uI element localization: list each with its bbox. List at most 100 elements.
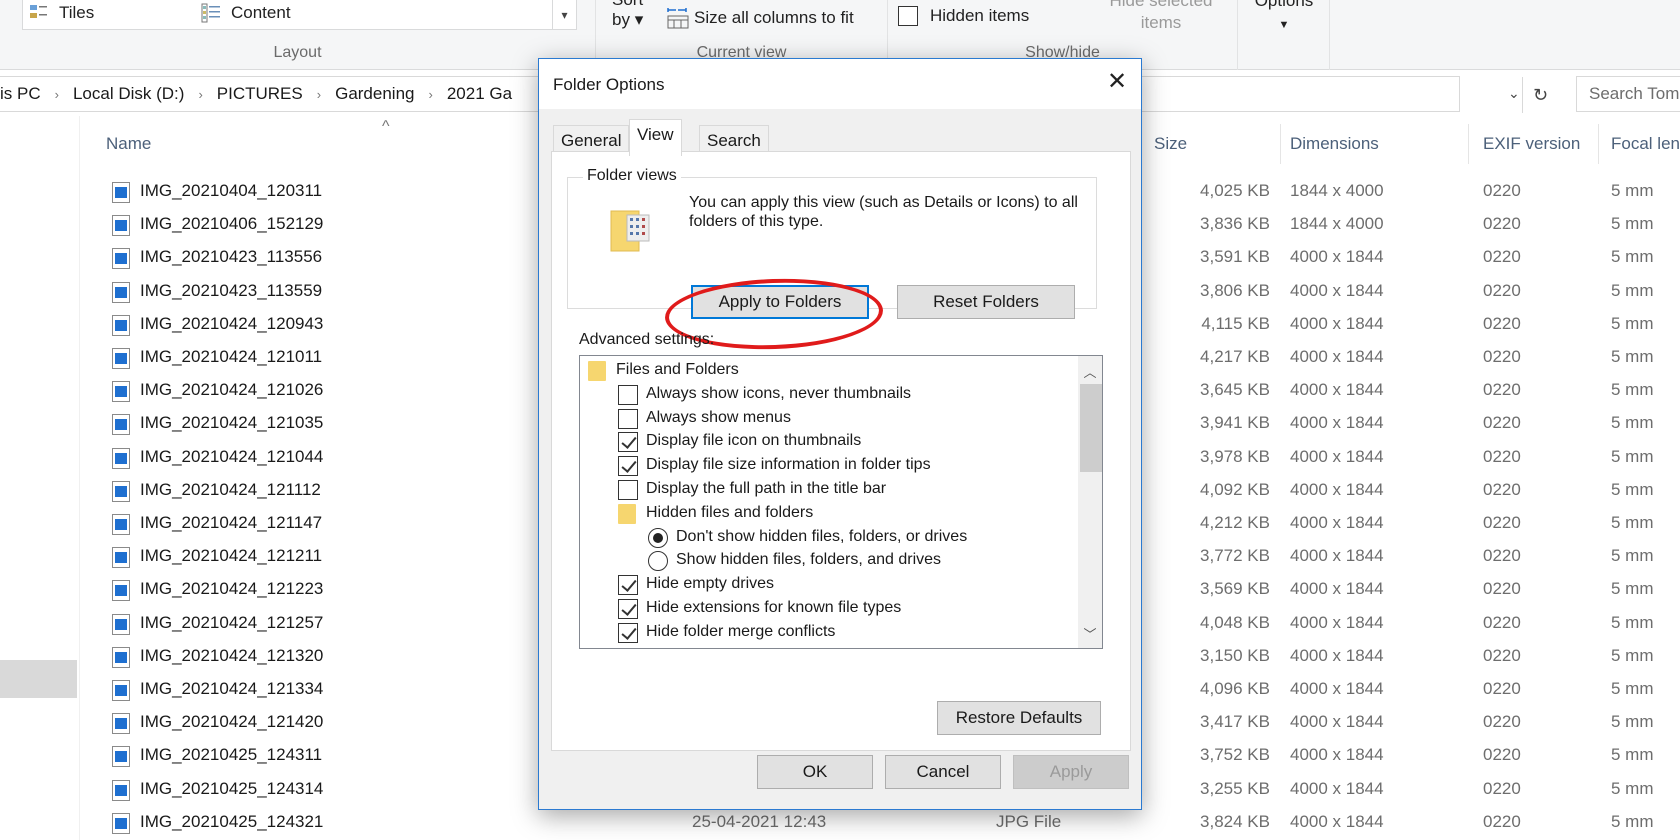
checkbox-checked[interactable] bbox=[618, 575, 638, 596]
options-button[interactable]: Options ▼ bbox=[1238, 0, 1330, 70]
file-size: 4,092 KB bbox=[1200, 479, 1270, 499]
file-dimensions: 4000 x 1844 bbox=[1290, 579, 1384, 599]
address-history-dropdown[interactable]: ⌄ bbox=[1508, 85, 1520, 102]
scroll-down-icon[interactable]: ﹀ bbox=[1078, 622, 1102, 644]
advanced-settings-list[interactable]: ︿ ﹀ Files and Folders Always show icons, … bbox=[579, 355, 1103, 649]
column-header-exif[interactable]: EXIF version bbox=[1483, 134, 1580, 154]
chevron-right-icon[interactable]: › bbox=[428, 87, 432, 102]
file-focal-length: 5 mm bbox=[1611, 181, 1654, 200]
file-size: 4,048 KB bbox=[1200, 612, 1270, 632]
settings-option-label: Display file icon on thumbnails bbox=[646, 432, 862, 450]
checkbox-unchecked[interactable] bbox=[618, 408, 638, 429]
ok-button[interactable]: OK bbox=[757, 755, 873, 789]
column-header-dimensions[interactable]: Dimensions bbox=[1290, 134, 1379, 154]
column-header-focal-length[interactable]: Focal len bbox=[1611, 134, 1680, 154]
file-size: 3,806 KB bbox=[1200, 280, 1270, 300]
file-size: 3,150 KB bbox=[1200, 645, 1270, 665]
image-file-icon bbox=[112, 248, 130, 270]
cancel-button[interactable]: Cancel bbox=[885, 755, 1001, 789]
refresh-icon[interactable]: ↻ bbox=[1522, 77, 1558, 113]
checkbox-checked[interactable] bbox=[618, 432, 638, 453]
breadcrumb-gardening[interactable]: Gardening bbox=[335, 84, 414, 104]
gallery-more-button[interactable]: ▾ bbox=[552, 0, 576, 30]
file-name: IMG_20210425_124311 bbox=[140, 745, 323, 765]
file-size: 4,212 KB bbox=[1200, 513, 1270, 532]
checkbox-checked[interactable] bbox=[618, 599, 638, 619]
file-dimensions: 1844 x 4000 bbox=[1290, 181, 1384, 200]
layout-tiles[interactable]: Tiles bbox=[29, 3, 94, 23]
folder-views-legend: Folder views bbox=[583, 167, 681, 185]
scrollbar-thumb[interactable] bbox=[1080, 384, 1102, 472]
tab-view[interactable]: View bbox=[629, 119, 682, 156]
reset-folders-button[interactable]: Reset Folders bbox=[897, 285, 1075, 319]
close-icon[interactable]: ✕ bbox=[1093, 59, 1141, 103]
restore-defaults-button[interactable]: Restore Defaults bbox=[937, 701, 1101, 735]
folder-icon bbox=[618, 503, 636, 524]
file-dimensions: 4000 x 1844 bbox=[1290, 247, 1384, 267]
column-divider[interactable] bbox=[1598, 124, 1599, 164]
size-columns-button[interactable]: Size all columns to fit bbox=[666, 6, 854, 30]
breadcrumb-pictures[interactable]: PICTURES bbox=[217, 84, 303, 104]
file-dimensions: 4000 x 1844 bbox=[1290, 712, 1384, 732]
layout-content[interactable]: Content bbox=[201, 3, 291, 23]
file-size: 3,836 KB bbox=[1200, 214, 1270, 234]
column-divider[interactable] bbox=[1468, 124, 1469, 164]
file-name: IMG_20210424_121026 bbox=[140, 380, 324, 400]
advanced-settings-label: Advanced settings: bbox=[579, 331, 715, 348]
file-size: 4,217 KB bbox=[1200, 347, 1270, 366]
breadcrumb-this-pc[interactable]: is PC bbox=[0, 84, 41, 104]
file-name: IMG_20210406_152129 bbox=[140, 214, 324, 234]
dialog-title-bar[interactable]: Folder Options ✕ bbox=[539, 59, 1141, 109]
file-size: 4,096 KB bbox=[1200, 679, 1270, 698]
advanced-settings-scrollbar[interactable]: ︿ ﹀ bbox=[1078, 356, 1102, 648]
file-dimensions: 4000 x 1844 bbox=[1290, 679, 1384, 698]
column-header-size[interactable]: Size bbox=[1154, 134, 1187, 154]
radio-selected[interactable] bbox=[648, 527, 668, 548]
image-file-icon bbox=[112, 447, 130, 469]
file-dimensions: 4000 x 1844 bbox=[1290, 645, 1384, 665]
scroll-up-icon[interactable]: ︿ bbox=[1078, 360, 1102, 382]
checkbox-unchecked[interactable] bbox=[618, 480, 638, 500]
file-focal-length: 5 mm bbox=[1611, 247, 1654, 267]
apply-to-folders-button[interactable]: Apply to Folders bbox=[691, 285, 869, 319]
hidden-items-checkbox[interactable]: Hidden items bbox=[898, 6, 1029, 26]
file-exif-version: 0220 bbox=[1483, 811, 1521, 831]
image-file-icon bbox=[112, 680, 130, 701]
file-exif-version: 0220 bbox=[1483, 347, 1521, 366]
file-row[interactable]: IMG_20210425_124321 3,824 KB 4000 x 1844 02… bbox=[0, 806, 1680, 839]
chevron-right-icon[interactable]: › bbox=[317, 87, 321, 102]
image-file-icon bbox=[112, 314, 130, 336]
folder-icon bbox=[588, 361, 606, 381]
chevron-right-icon[interactable]: › bbox=[55, 87, 59, 102]
file-exif-version: 0220 bbox=[1483, 579, 1521, 599]
radio-unselected[interactable] bbox=[648, 551, 668, 572]
file-exif-version: 0220 bbox=[1483, 546, 1521, 566]
file-exif-version: 0220 bbox=[1483, 446, 1521, 466]
breadcrumb-local-disk[interactable]: Local Disk (D:) bbox=[73, 84, 184, 104]
checkbox-unchecked bbox=[898, 6, 918, 26]
file-size: 3,978 KB bbox=[1200, 446, 1270, 466]
hide-selected-items-button[interactable]: Hide selected items bbox=[1106, 0, 1216, 34]
image-file-icon bbox=[112, 348, 130, 369]
file-focal-length: 5 mm bbox=[1611, 645, 1654, 665]
file-dimensions: 4000 x 1844 bbox=[1290, 446, 1384, 466]
breadcrumb-2021-garden[interactable]: 2021 Ga bbox=[447, 84, 512, 104]
size-columns-icon bbox=[666, 6, 690, 30]
checkbox-checked[interactable] bbox=[618, 456, 638, 477]
file-exif-version: 0220 bbox=[1483, 679, 1521, 698]
column-header-name[interactable]: Name bbox=[106, 134, 151, 154]
image-file-icon bbox=[112, 547, 130, 569]
sort-by-button[interactable]: Sort by ▾ bbox=[612, 0, 652, 30]
file-focal-length: 5 mm bbox=[1611, 413, 1654, 433]
search-input[interactable]: Search Tom bbox=[1576, 76, 1680, 112]
file-focal-length: 5 mm bbox=[1611, 745, 1654, 765]
file-dimensions: 4000 x 1844 bbox=[1290, 313, 1384, 333]
image-file-icon bbox=[112, 414, 130, 436]
file-focal-length: 5 mm bbox=[1611, 347, 1654, 366]
chevron-right-icon[interactable]: › bbox=[198, 87, 202, 102]
column-divider[interactable] bbox=[1280, 124, 1281, 164]
file-dimensions: 4000 x 1844 bbox=[1290, 811, 1384, 831]
checkbox-checked[interactable] bbox=[618, 622, 638, 643]
checkbox-unchecked[interactable] bbox=[618, 384, 638, 405]
file-focal-length: 5 mm bbox=[1611, 446, 1654, 466]
